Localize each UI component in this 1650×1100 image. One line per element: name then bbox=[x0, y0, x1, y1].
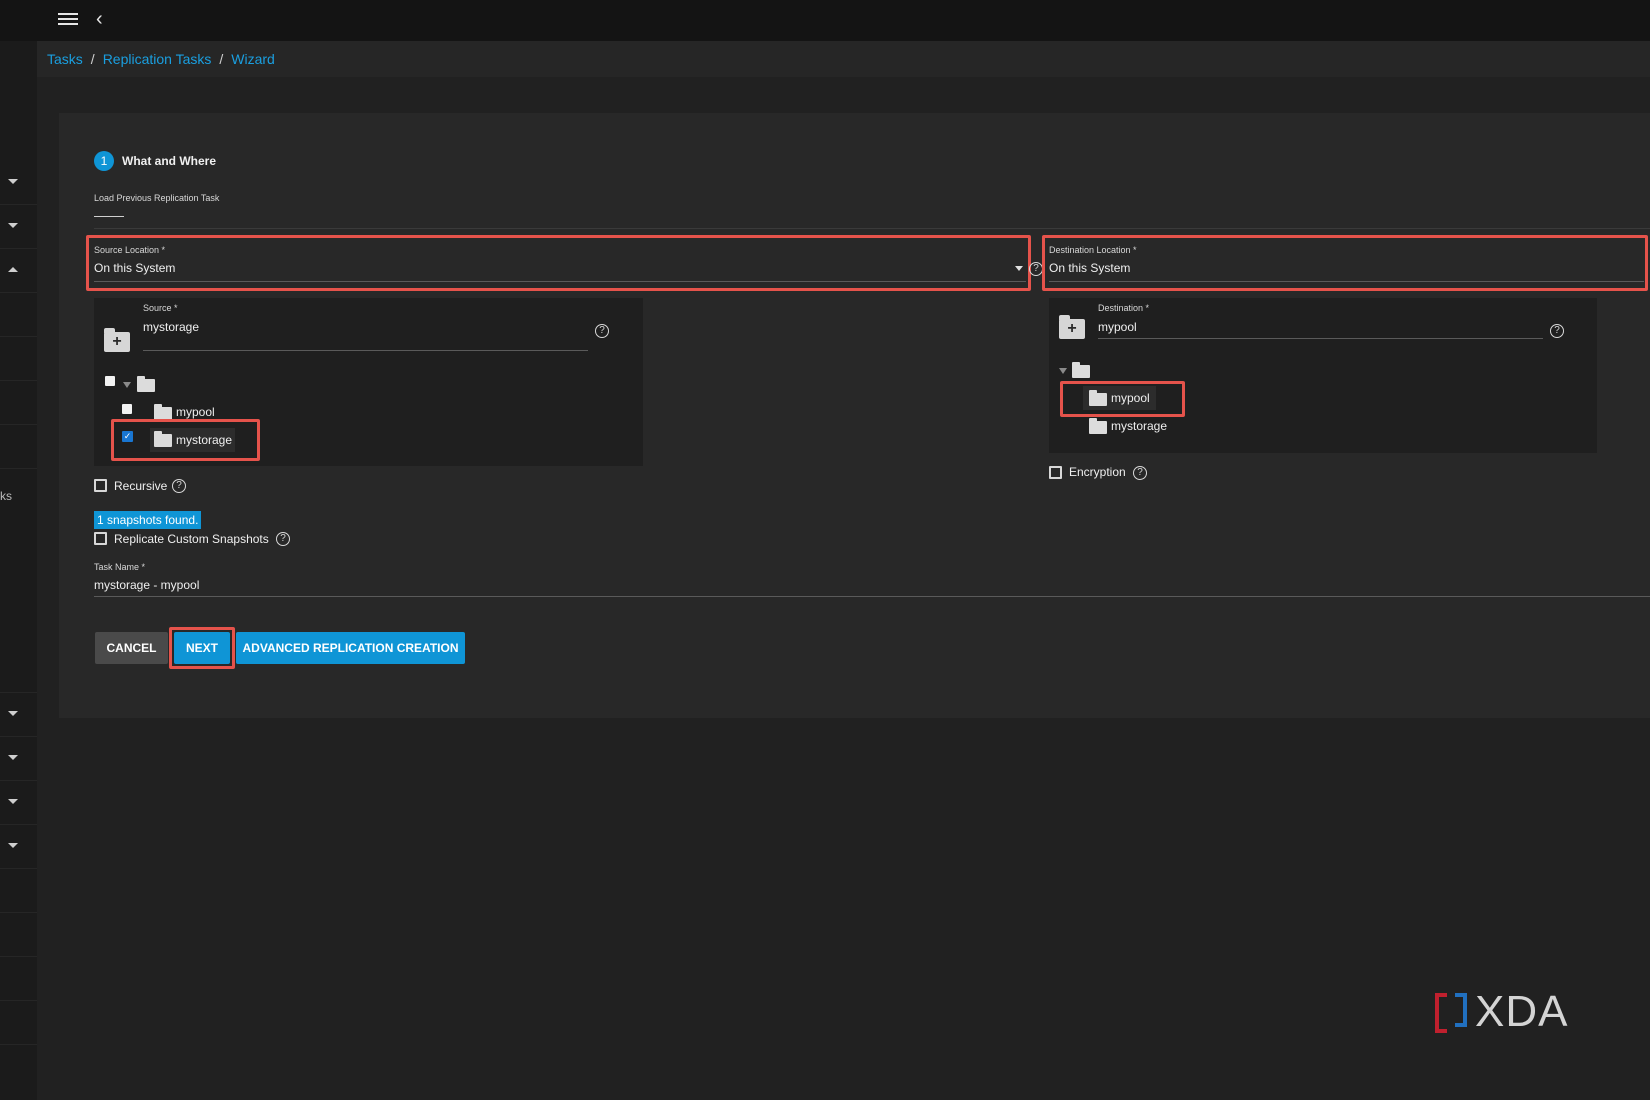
replicate-custom-checkbox[interactable] bbox=[94, 532, 107, 545]
expand-icon[interactable] bbox=[1059, 368, 1067, 374]
recursive-checkbox[interactable] bbox=[94, 479, 107, 492]
encryption-checkbox[interactable] bbox=[1049, 466, 1062, 479]
sidebar-row[interactable] bbox=[0, 161, 37, 205]
replicate-custom-label: Replicate Custom Snapshots bbox=[114, 532, 269, 546]
sidebar-row[interactable] bbox=[0, 781, 37, 825]
sidebar-row[interactable] bbox=[0, 293, 37, 337]
destination-input-underline bbox=[1098, 338, 1543, 339]
source-location-select[interactable]: On this System bbox=[94, 261, 175, 275]
task-name-input[interactable]: mystorage - mypool bbox=[94, 578, 199, 592]
chevron-up-icon bbox=[8, 267, 18, 272]
help-icon[interactable]: ? bbox=[595, 324, 609, 338]
destination-location-select[interactable]: On this System bbox=[1049, 261, 1130, 275]
tree-checkbox-mystorage[interactable]: ✓ bbox=[122, 431, 133, 442]
sidebar-row[interactable] bbox=[0, 249, 37, 293]
sidebar-row[interactable] bbox=[0, 957, 37, 1001]
top-bar: ‹ bbox=[0, 0, 1650, 41]
chevron-down-icon bbox=[8, 711, 18, 716]
expand-icon[interactable] bbox=[123, 382, 131, 388]
sidebar-row[interactable] bbox=[0, 737, 37, 781]
folder-icon bbox=[1089, 418, 1107, 434]
breadcrumb-wizard[interactable]: Wizard bbox=[231, 51, 275, 67]
sidebar-row[interactable] bbox=[0, 825, 37, 869]
step-number: 1 bbox=[94, 151, 114, 171]
source-location-underline bbox=[94, 281, 1026, 282]
cancel-button[interactable]: CANCEL bbox=[95, 632, 168, 664]
destination-label: Destination * bbox=[1098, 303, 1150, 313]
help-icon[interactable]: ? bbox=[1133, 466, 1147, 480]
step-title: What and Where bbox=[122, 154, 217, 168]
tree-item-mystorage[interactable]: mystorage bbox=[176, 433, 232, 447]
chevron-down-icon bbox=[8, 755, 18, 760]
sidebar-row[interactable] bbox=[0, 337, 37, 381]
task-name-label: Task Name * bbox=[94, 562, 146, 572]
breadcrumb: Tasks / Replication Tasks / Wizard bbox=[47, 51, 275, 67]
encryption-label: Encryption bbox=[1069, 465, 1126, 479]
task-name-underline bbox=[94, 596, 1650, 597]
xda-logo-text: XDA bbox=[1475, 987, 1569, 1036]
source-location-label: Source Location * bbox=[94, 245, 166, 255]
source-input[interactable]: mystorage bbox=[143, 320, 199, 334]
breadcrumb-replication-tasks[interactable]: Replication Tasks bbox=[103, 51, 212, 67]
sidebar: ks bbox=[0, 41, 37, 1100]
help-icon[interactable]: ? bbox=[1550, 324, 1564, 338]
sidebar-row[interactable] bbox=[0, 693, 37, 737]
source-label: Source * bbox=[143, 303, 178, 313]
snapshots-found-badge: 1 snapshots found. bbox=[94, 511, 202, 529]
tree-checkbox-mypool[interactable] bbox=[122, 404, 132, 414]
dest-tree-item-mystorage[interactable]: mystorage bbox=[1111, 419, 1167, 433]
folder-icon bbox=[137, 376, 155, 392]
highlight-source-location bbox=[86, 235, 1031, 291]
help-icon[interactable]: ? bbox=[276, 532, 290, 546]
recursive-label: Recursive bbox=[114, 479, 168, 493]
advanced-replication-button[interactable]: ADVANCED REPLICATION CREATION bbox=[236, 632, 465, 664]
load-previous-label: Load Previous Replication Task bbox=[94, 193, 220, 203]
sidebar-row[interactable] bbox=[0, 1001, 37, 1045]
highlight-destination-location bbox=[1042, 235, 1648, 291]
add-folder-icon[interactable]: + bbox=[1059, 315, 1085, 339]
destination-input[interactable]: mypool bbox=[1098, 320, 1137, 334]
chevron-down-icon bbox=[8, 843, 18, 848]
next-button[interactable]: NEXT bbox=[174, 632, 230, 664]
chevron-down-icon bbox=[8, 223, 18, 228]
sidebar-cut-text: ks bbox=[0, 489, 12, 503]
sidebar-row[interactable] bbox=[0, 869, 37, 913]
sidebar-row[interactable] bbox=[0, 381, 37, 425]
folder-icon bbox=[154, 431, 172, 447]
sidebar-row[interactable] bbox=[0, 205, 37, 249]
breadcrumb-bar bbox=[37, 41, 1650, 77]
sidebar-row[interactable] bbox=[0, 649, 37, 693]
destination-location-underline bbox=[1049, 281, 1644, 282]
dest-tree-item-mypool[interactable]: mypool bbox=[1111, 391, 1150, 405]
load-previous-select[interactable] bbox=[94, 216, 124, 217]
tree-item-mypool[interactable]: mypool bbox=[176, 405, 215, 419]
step-header: 1 What and Where bbox=[94, 151, 216, 171]
hamburger-menu-icon[interactable] bbox=[58, 11, 78, 29]
xda-logo: XDA bbox=[1435, 987, 1568, 1037]
dropdown-arrow-icon[interactable] bbox=[1015, 266, 1023, 271]
chevron-down-icon bbox=[8, 179, 18, 184]
xda-glyph-icon bbox=[1435, 991, 1471, 1033]
folder-icon bbox=[1089, 390, 1107, 406]
help-icon[interactable]: ? bbox=[172, 479, 186, 493]
destination-location-label: Destination Location * bbox=[1049, 245, 1137, 255]
chevron-down-icon bbox=[8, 799, 18, 804]
divider bbox=[94, 228, 1650, 229]
add-folder-icon[interactable]: + bbox=[104, 328, 130, 352]
tree-root-checkbox[interactable] bbox=[105, 376, 115, 386]
help-icon[interactable]: ? bbox=[1029, 262, 1043, 276]
sidebar-row[interactable] bbox=[0, 913, 37, 957]
breadcrumb-tasks[interactable]: Tasks bbox=[47, 51, 83, 67]
sidebar-row[interactable] bbox=[0, 425, 37, 469]
folder-icon bbox=[1072, 362, 1090, 378]
chevron-left-icon[interactable]: ‹ bbox=[96, 9, 103, 29]
source-input-underline bbox=[143, 350, 588, 351]
